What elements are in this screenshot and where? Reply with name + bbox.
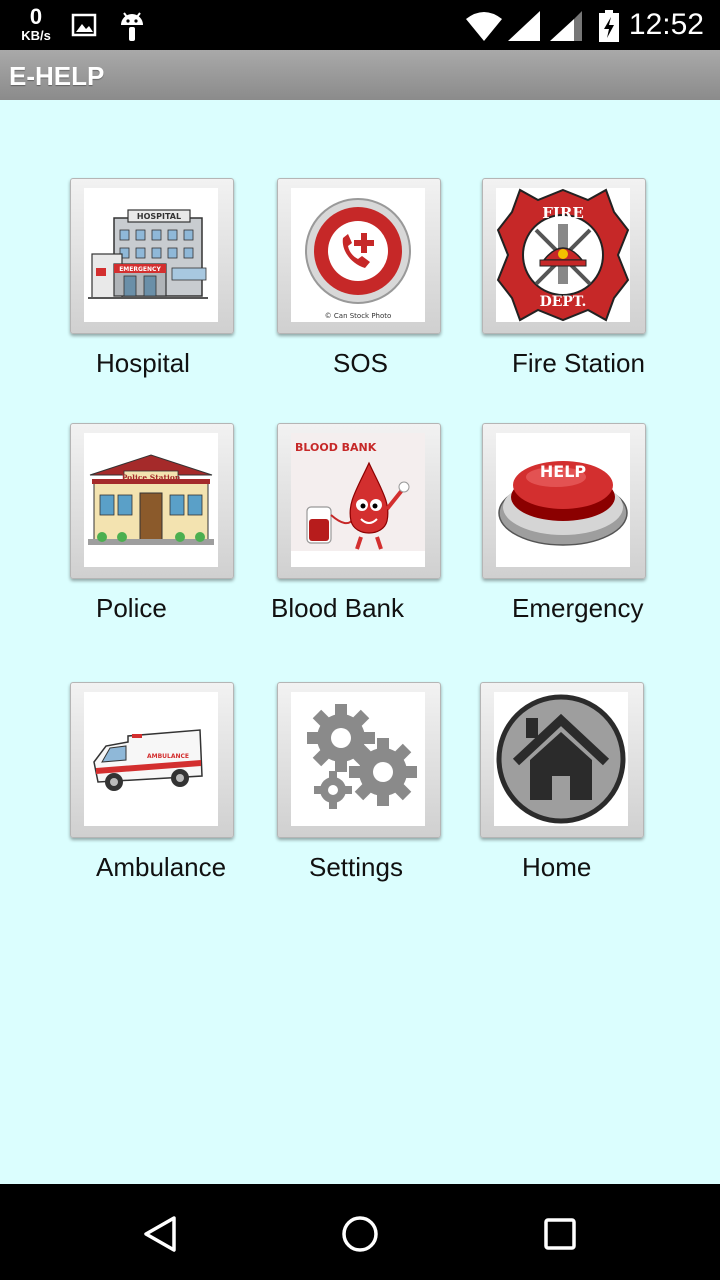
recents-icon[interactable] [538,1212,582,1256]
help-button-icon: HELP [496,433,630,567]
emergency-sign-text: EMERGENCY [119,266,161,273]
signal-icon [508,11,540,46]
clock: 12:52 [628,8,704,41]
police-station-icon: Police Station [84,433,218,567]
blood-bank-button[interactable]: BLOOD BANK [277,423,441,579]
home-label: Home [522,852,592,882]
hospital-button[interactable]: HOSPITAL EMERGENCY [70,178,234,334]
network-speed-value: 0 [29,4,43,29]
sos-button[interactable]: © Can Stock Photo [277,178,441,334]
police-label: Police [96,593,167,623]
ambulance-text: AMBULANCE [147,753,189,760]
home-icon [494,692,628,826]
hospital-sign-text: HOSPITAL [137,212,181,221]
blood-bank-label: Blood Bank [271,593,404,623]
image-icon [70,11,98,44]
hospital-icon: HOSPITAL EMERGENCY [84,188,218,322]
menu-grid: HOSPITAL EMERGENCY Hospital © Can Stock … [0,100,720,1184]
sos-phone-icon: © Can Stock Photo [291,188,425,322]
ambulance-icon: AMBULANCE [84,692,218,826]
ambulance-button[interactable]: AMBULANCE [70,682,234,838]
battery-charging-icon [598,10,620,47]
signal-icon-2 [550,11,582,46]
police-button[interactable]: Police Station [70,423,234,579]
home-circle-icon[interactable] [338,1212,382,1256]
network-speed: 0 KB/s [16,4,56,43]
navigation-bar [0,1184,720,1280]
help-button-text: HELP [540,462,587,481]
emergency-label: Emergency [512,593,644,623]
fire-station-button[interactable]: FIRE DEPT. [482,178,646,334]
ambulance-label: Ambulance [96,852,227,882]
network-speed-unit: KB/s [21,28,51,43]
emergency-button[interactable]: HELP [482,423,646,579]
home-button[interactable] [480,682,644,838]
app-title: E-HELP [9,61,105,91]
fire-badge-top: FIRE [542,204,584,222]
settings-button[interactable] [277,682,441,838]
wifi-icon [466,11,502,46]
blood-bank-banner: BLOOD BANK [295,441,377,454]
settings-label: Settings [309,852,403,882]
gears-icon [291,692,425,826]
blood-bank-icon: BLOOD BANK [291,433,425,567]
back-icon[interactable] [138,1212,182,1256]
sos-caption: © Can Stock Photo [325,312,392,320]
hospital-label: Hospital [96,348,190,378]
fire-dept-icon: FIRE DEPT. [496,188,630,322]
fire-badge-bottom: DEPT. [540,294,587,310]
android-icon [118,9,146,48]
status-bar: 0 KB/s 12:52 [0,0,720,50]
sos-label: SOS [333,348,388,378]
fire-station-label: Fire Station [512,348,645,378]
action-bar: E-HELP [0,50,720,100]
